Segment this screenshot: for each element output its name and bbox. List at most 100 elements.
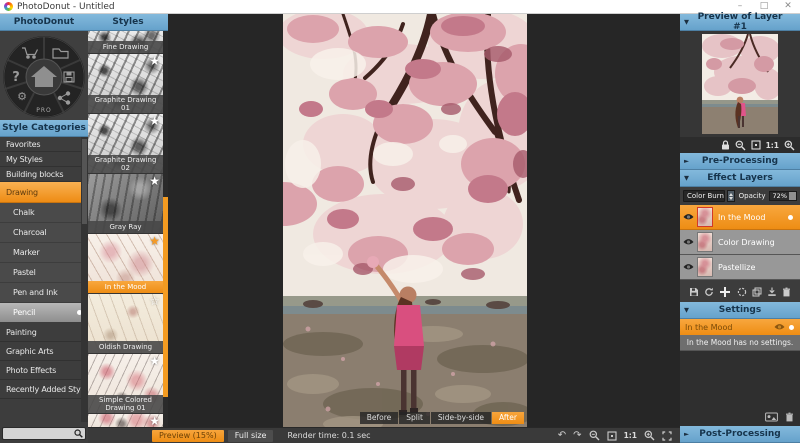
category-graphic-arts[interactable]: Graphic Arts: [0, 342, 88, 361]
favorite-star-icon[interactable]: [149, 234, 160, 248]
category-painting[interactable]: Painting: [0, 323, 88, 342]
preview-toolbar: 1:1: [680, 137, 800, 153]
title-bar: PhotoDonut - Untitled – □ ✕: [0, 0, 800, 14]
styles-list: Fine Drawing Graphite Drawing 01 Graphit…: [88, 31, 163, 427]
category-building-blocks[interactable]: Building blocks: [0, 167, 88, 182]
bottom-bar: Preview (15%) Full size Render time: 0.1…: [88, 427, 680, 443]
zoom-out-icon[interactable]: [735, 140, 746, 151]
opacity-slider[interactable]: 72%: [769, 191, 797, 201]
favorite-star-icon[interactable]: [149, 54, 160, 68]
view-split-button[interactable]: Split: [399, 412, 430, 424]
layer-row-color-drawing[interactable]: Color Drawing: [680, 230, 800, 255]
expand-triangle-icon[interactable]: [680, 430, 693, 438]
delete-settings-icon[interactable]: [785, 412, 794, 422]
preview-zoom-ratio-button[interactable]: 1:1: [766, 141, 779, 150]
effect-layers-header[interactable]: Effect Layers: [680, 170, 800, 187]
style-item-simple-colored-drawing-01[interactable]: Simple Colored Drawing 01: [88, 354, 163, 414]
add-layer-icon[interactable]: [719, 286, 731, 298]
category-photo-effects[interactable]: Photo Effects: [0, 361, 88, 380]
post-processing-header[interactable]: Post-Processing: [680, 426, 800, 443]
snapshot-icon[interactable]: [765, 412, 778, 422]
circle-mask-icon[interactable]: [737, 287, 747, 297]
category-scrollbar[interactable]: [81, 137, 88, 422]
style-item-fine-drawing[interactable]: Fine Drawing: [88, 31, 163, 54]
fit-to-view-icon[interactable]: [751, 140, 761, 150]
favorite-star-icon[interactable]: [149, 414, 160, 427]
effect-layers-toolbar: [680, 282, 800, 302]
style-item-in-the-mood[interactable]: In the Mood: [88, 234, 163, 294]
style-search-area: [0, 422, 88, 443]
zoom-out-icon[interactable]: [589, 430, 600, 441]
eye-icon[interactable]: [774, 323, 785, 331]
settings-title: Settings: [693, 305, 787, 315]
favorite-star-icon[interactable]: [149, 114, 160, 128]
category-pen-and-ink[interactable]: Pen and Ink: [0, 283, 88, 303]
category-drawing[interactable]: Drawing: [0, 182, 88, 203]
preview-of-layer-header[interactable]: Preview of Layer #1: [680, 14, 800, 31]
duplicate-layer-icon[interactable]: [752, 287, 762, 297]
merge-layers-icon[interactable]: [767, 287, 777, 297]
styles-title: Styles: [88, 17, 168, 27]
layer-row-pastellize[interactable]: Pastellize: [680, 255, 800, 280]
help-label: ?: [12, 70, 20, 85]
refresh-icon[interactable]: [704, 287, 714, 297]
zoom-ratio-button[interactable]: 1:1: [624, 431, 637, 440]
preview-of-layer-title: Preview of Layer #1: [693, 12, 787, 32]
layer-visibility-toggle[interactable]: [680, 238, 697, 246]
view-before-button[interactable]: Before: [360, 412, 399, 424]
category-charcoal[interactable]: Charcoal: [0, 223, 88, 243]
zoom-in-icon[interactable]: [784, 140, 795, 151]
blend-mode-spinner[interactable]: [727, 190, 735, 202]
eye-icon: [683, 213, 694, 221]
layer-visibility-toggle[interactable]: [680, 213, 697, 221]
view-side-by-side-button[interactable]: Side-by-side: [431, 412, 491, 424]
full-size-button[interactable]: Full size: [228, 430, 274, 442]
style-item-graphite-drawing-02[interactable]: Graphite Drawing 02: [88, 114, 163, 174]
favorite-star-icon[interactable]: [149, 174, 160, 188]
pre-processing-header[interactable]: Pre-Processing: [680, 153, 800, 170]
favorite-star-icon[interactable]: [149, 294, 160, 308]
pro-label: PRO: [36, 107, 52, 114]
canvas-area[interactable]: Before Split Side-by-side After: [168, 14, 680, 427]
edited-photo: [283, 14, 527, 427]
view-after-button[interactable]: After: [492, 412, 524, 424]
lock-icon[interactable]: [721, 140, 730, 150]
layer-visibility-toggle[interactable]: [680, 263, 697, 271]
delete-layer-icon[interactable]: [782, 287, 791, 297]
redo-icon[interactable]: ↷: [573, 431, 581, 441]
undo-icon[interactable]: ↶: [558, 431, 566, 441]
style-item-oldish-drawing[interactable]: Oldish Drawing: [88, 294, 163, 354]
style-item-gray-ray[interactable]: Gray Ray: [88, 174, 163, 234]
collapse-triangle-icon[interactable]: [680, 306, 693, 314]
collapse-triangle-icon[interactable]: [680, 174, 693, 182]
layer-row-in-the-mood[interactable]: In the Mood: [680, 205, 800, 230]
blend-mode-select[interactable]: Color Burn: [683, 190, 725, 202]
fullscreen-icon[interactable]: [662, 431, 672, 441]
main-menu-wheel[interactable]: ? ⚙ PRO: [0, 31, 88, 120]
post-processing-title: Post-Processing: [693, 429, 787, 439]
zoom-in-icon[interactable]: [644, 430, 655, 441]
window-title: PhotoDonut - Untitled: [17, 2, 115, 12]
settings-active-layer-bar[interactable]: In the Mood: [680, 319, 800, 335]
settings-header[interactable]: Settings: [680, 302, 800, 319]
category-my-styles[interactable]: My Styles: [0, 152, 88, 167]
save-layers-icon[interactable]: [689, 287, 699, 297]
effect-layers-title: Effect Layers: [693, 173, 787, 183]
category-chalk[interactable]: Chalk: [0, 203, 88, 223]
category-pencil[interactable]: Pencil: [0, 303, 88, 323]
category-pastel[interactable]: Pastel: [0, 263, 88, 283]
style-item-graphite-drawing-01[interactable]: Graphite Drawing 01: [88, 54, 163, 114]
category-marker[interactable]: Marker: [0, 243, 88, 263]
category-recently-added-styles[interactable]: Recently Added Styles: [0, 380, 88, 399]
favorite-star-icon[interactable]: [149, 354, 160, 368]
category-favorites[interactable]: Favorites: [0, 137, 88, 152]
expand-triangle-icon[interactable]: [680, 157, 693, 165]
style-item-partial[interactable]: [88, 414, 163, 427]
search-icon[interactable]: [74, 429, 83, 438]
collapse-triangle-icon[interactable]: [680, 18, 693, 26]
category-scrollbar-thumb[interactable]: [82, 139, 87, 224]
preview-size-button[interactable]: Preview (15%): [152, 430, 224, 442]
app-logo-icon: [4, 2, 13, 11]
layer-thumbnail: [697, 232, 713, 252]
fit-to-view-icon[interactable]: [607, 431, 617, 441]
